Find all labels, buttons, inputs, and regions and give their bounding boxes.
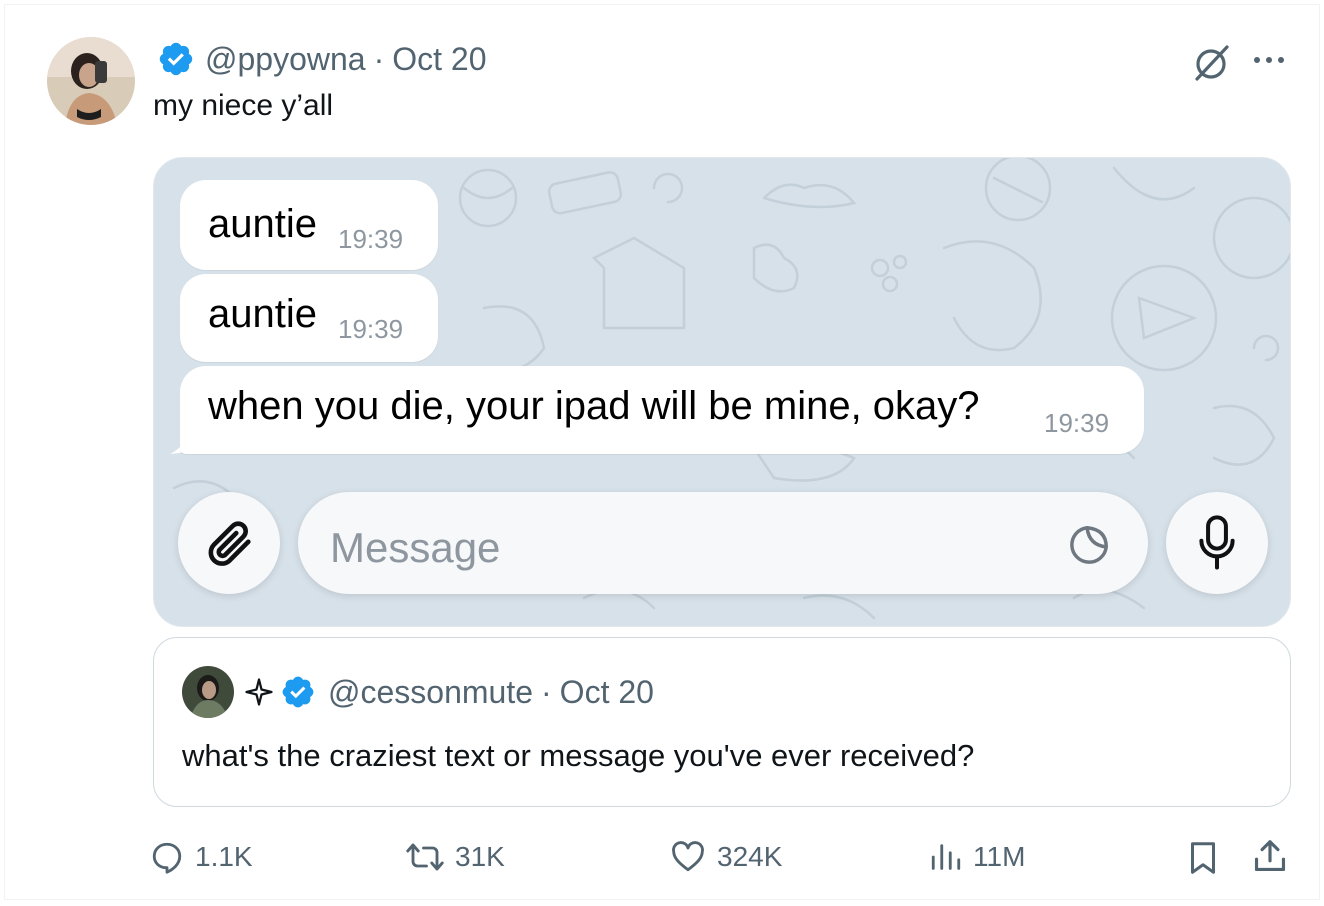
share-icon[interactable]	[1251, 837, 1289, 875]
quoted-author-handle[interactable]: @cessonmute	[328, 674, 533, 711]
repost-icon	[406, 843, 444, 871]
author-handle[interactable]: @ppyowna	[205, 41, 366, 78]
chat-message-bubble: when you die, your ipad will be mine, ok…	[180, 366, 1144, 454]
views-chart-icon	[931, 844, 961, 870]
reply-button[interactable]: 1.1K	[149, 837, 253, 877]
bookmark-icon[interactable]	[1185, 839, 1221, 877]
message-input[interactable]: Message	[298, 492, 1148, 594]
chat-message-text: when you die, your ipad will be mine, ok…	[208, 384, 980, 428]
microphone-icon	[1199, 515, 1235, 570]
chat-message-time: 19:39	[338, 314, 404, 344]
paperclip-icon	[208, 521, 251, 566]
views-button[interactable]: 11M	[929, 837, 1025, 877]
reply-icon	[152, 842, 182, 874]
quoted-tweet-header: @cessonmute · Oct 20	[244, 672, 654, 712]
voice-message-button[interactable]	[1166, 492, 1268, 594]
repost-count: 31K	[455, 841, 505, 872]
chat-message-time: 19:39	[338, 224, 404, 254]
chat-message-time: 19:39	[1044, 408, 1110, 438]
reply-count: 1.1K	[195, 841, 253, 872]
verified-badge-icon	[159, 42, 193, 76]
tweet-card[interactable]: @ppyowna · Oct 20 my niece y’all auntie …	[4, 4, 1320, 900]
more-options-icon[interactable]	[1249, 45, 1289, 75]
header-separator: ·	[373, 40, 385, 77]
quoted-tweet-date[interactable]: Oct 20	[560, 674, 654, 711]
message-placeholder: Message	[330, 524, 501, 571]
header-separator: ·	[541, 673, 552, 710]
tweet-text: my niece y’all	[153, 89, 334, 122]
chat-screenshot-media[interactable]: auntie 19:39 auntie 19:39 when you die, …	[153, 157, 1291, 627]
tweet-date[interactable]: Oct 20	[392, 41, 486, 78]
quoted-author-avatar[interactable]	[182, 666, 234, 718]
repost-button[interactable]: 31K	[405, 837, 505, 877]
quoted-tweet[interactable]: @cessonmute · Oct 20 what's the craziest…	[153, 637, 1291, 807]
attach-button[interactable]	[178, 492, 280, 594]
chat-message-bubble: auntie 19:39	[180, 180, 438, 270]
quoted-tweet-text: what's the craziest text or message you'…	[182, 738, 975, 773]
like-button[interactable]: 324K	[669, 837, 782, 877]
grok-icon[interactable]	[1191, 43, 1231, 83]
chat-message-text: auntie	[208, 292, 317, 336]
author-avatar[interactable]	[47, 37, 135, 125]
sparkle-icon	[245, 678, 273, 706]
tweet-header: @ppyowna · Oct 20	[157, 39, 487, 79]
chat-message-text: auntie	[208, 202, 317, 246]
like-count: 324K	[717, 841, 783, 872]
chat-message-bubble: auntie 19:39	[180, 274, 438, 362]
verified-badge-icon	[282, 676, 314, 708]
view-count: 11M	[973, 841, 1026, 872]
heart-icon	[672, 841, 704, 872]
sticker-icon[interactable]	[1066, 522, 1112, 568]
